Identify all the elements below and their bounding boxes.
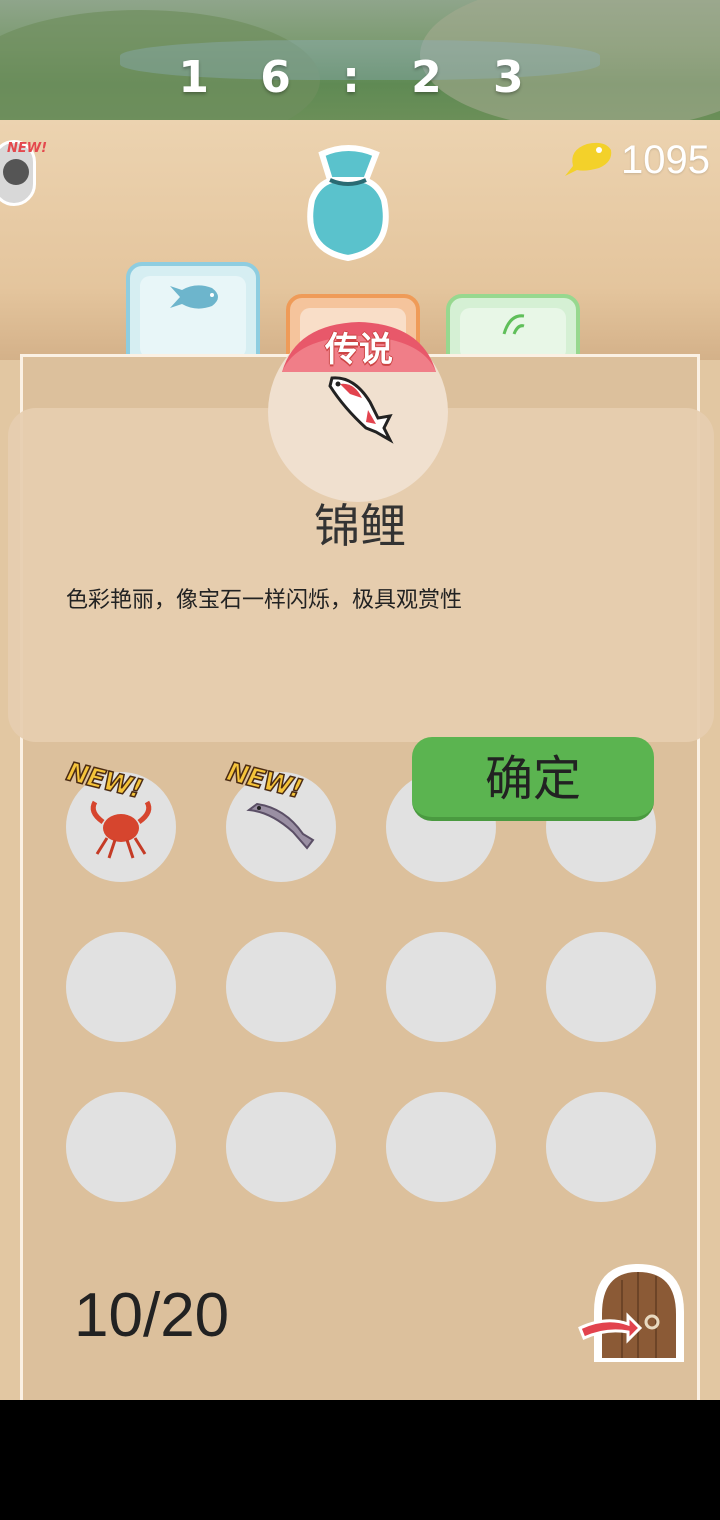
fish-tab-icon <box>170 285 218 309</box>
fish-name: 锦鲤 <box>314 499 406 553</box>
koi-fish-icon <box>328 376 394 444</box>
collection-slot-empty[interactable] <box>66 1092 176 1202</box>
exit-door-icon[interactable] <box>576 1258 692 1366</box>
coin-counter: 1095 <box>559 132 710 188</box>
player-avatar[interactable]: NEW! <box>0 140 47 206</box>
collection-counter: 10/20 <box>74 1281 230 1350</box>
collection-slot-empty[interactable] <box>386 1092 496 1202</box>
bag-icon[interactable] <box>292 140 404 264</box>
game-clock: 1 6 : 2 3 <box>178 52 542 103</box>
navigation-bar <box>0 1400 720 1520</box>
tab-fish[interactable] <box>126 262 260 362</box>
crab-icon <box>90 800 152 859</box>
confirm-button[interactable]: 确定 <box>412 737 654 821</box>
collection-slot-empty[interactable] <box>546 1092 656 1202</box>
collection-slot-fish[interactable]: NEW! <box>223 756 336 882</box>
collection-slot-empty[interactable] <box>386 932 496 1042</box>
rarity-label: 传说 <box>325 330 393 370</box>
collection-slot-empty[interactable] <box>546 932 656 1042</box>
collection-slot-empty[interactable] <box>66 932 176 1042</box>
avatar-new-badge: NEW! <box>7 141 48 156</box>
fish-icon <box>246 802 315 850</box>
fish-description: 色彩艳丽，像宝石一样闪烁，极具观赏性 <box>66 588 463 613</box>
collection-slot-empty[interactable] <box>226 1092 336 1202</box>
coin-amount: 1095 <box>621 137 710 182</box>
avatar-face-icon <box>3 159 29 185</box>
collection-slot-crab[interactable]: NEW! <box>63 756 176 882</box>
hook-tab-icon <box>502 314 525 335</box>
gold-fish-icon <box>565 142 612 176</box>
collection-slot-empty[interactable] <box>226 932 336 1042</box>
